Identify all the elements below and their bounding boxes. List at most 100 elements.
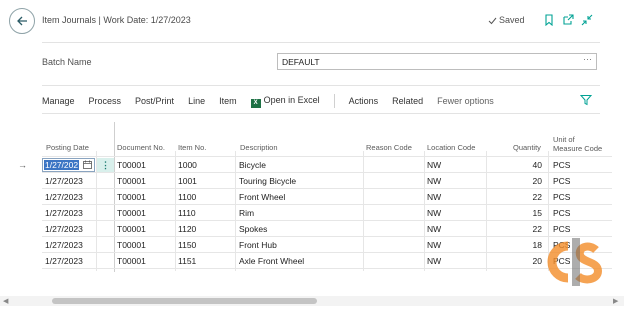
collapse-button[interactable]	[581, 14, 593, 26]
action-fewer-options[interactable]: Fewer options	[437, 96, 494, 106]
cell-unit-of-measure[interactable]: PCS	[553, 208, 570, 218]
cell-posting-date[interactable]: 1/27/2023	[45, 176, 83, 186]
cell-item-no[interactable]: 1151	[178, 256, 196, 266]
page-title: Item Journals | Work Date: 1/27/2023	[42, 15, 191, 25]
action-item[interactable]: Item	[219, 96, 237, 106]
open-in-excel-label: Open in Excel	[263, 94, 320, 105]
item-journal-grid: Posting Date Document No. Item No. Descr…	[0, 122, 624, 272]
kebab-icon: ⋮	[101, 159, 110, 170]
arrow-right-icon: →	[18, 160, 27, 170]
cell-posting-date[interactable]: 1/27/2023	[45, 240, 83, 250]
action-separator	[333, 94, 335, 108]
cell-location-code[interactable]: NW	[427, 256, 441, 266]
cell-unit-of-measure[interactable]: PCS	[553, 176, 570, 186]
cell-document-no[interactable]: T00001	[117, 256, 146, 266]
cell-quantity[interactable]: 40	[520, 160, 542, 170]
col-header-item-no[interactable]: Item No.	[178, 143, 206, 152]
cell-posting-date[interactable]: 1/27/2023	[45, 256, 83, 266]
col-header-description[interactable]: Description	[240, 143, 278, 152]
col-header-quantity[interactable]: Quantity	[513, 143, 541, 152]
cell-posting-date[interactable]: 1/27/2023	[45, 192, 83, 202]
action-process[interactable]: Process	[89, 96, 122, 106]
action-manage[interactable]: Manage	[42, 96, 75, 106]
cell-quantity[interactable]: 15	[520, 208, 542, 218]
cell-location-code[interactable]: NW	[427, 160, 441, 170]
cell-document-no[interactable]: T00001	[117, 192, 146, 202]
table-row[interactable]: 1/27/2023 T00001 1100 Front Wheel NW 22 …	[0, 189, 624, 205]
cell-item-no[interactable]: 1150	[178, 240, 196, 250]
col-header-unit-of-measure[interactable]: Unit of Measure Code	[553, 135, 602, 153]
header-divider	[42, 42, 600, 43]
cell-unit-of-measure[interactable]: PCS	[553, 160, 570, 170]
table-row[interactable]: 1/27/2023 T00001 1120 Spokes NW 22 PCS	[0, 221, 624, 237]
col-header-reason-code[interactable]: Reason Code	[366, 143, 412, 152]
row-line	[42, 268, 612, 269]
cell-quantity[interactable]: 20	[520, 176, 542, 186]
bookmark-icon	[545, 14, 553, 26]
action-bar: Manage Process Post/Print Line Item X Ope…	[42, 94, 508, 108]
arrow-left-icon	[17, 16, 27, 26]
table-row[interactable]: 1/27/2023 T00001 1151 Axle Front Wheel N…	[0, 253, 624, 269]
cell-item-no[interactable]: 1110	[178, 208, 196, 218]
col-header-posting-date[interactable]: Posting Date	[46, 143, 89, 152]
cell-location-code[interactable]: NW	[427, 192, 441, 202]
scroll-right-icon[interactable]: ▶	[613, 297, 618, 305]
table-row[interactable]: 1/27/2023 T00001 1001 Touring Bicycle NW…	[0, 173, 624, 189]
cell-description[interactable]: Front Hub	[239, 240, 277, 250]
action-related[interactable]: Related	[392, 96, 423, 106]
cell-location-code[interactable]: NW	[427, 208, 441, 218]
cell-item-no[interactable]: 1001	[178, 176, 197, 186]
calendar-icon[interactable]	[83, 160, 92, 169]
batch-name-field[interactable]: DEFAULT	[277, 53, 597, 70]
col-header-unit-line1: Unit of	[553, 135, 575, 144]
action-line[interactable]: Line	[188, 96, 205, 106]
open-new-window-button[interactable]	[562, 14, 574, 26]
table-row[interactable]: → 1/27/202 ⋮ T00001 1000 Bicycle NW 40 P…	[0, 157, 624, 173]
cell-item-no[interactable]: 1120	[178, 224, 196, 234]
cell-description[interactable]: Axle Front Wheel	[239, 256, 304, 266]
cell-document-no[interactable]: T00001	[117, 160, 146, 170]
col-header-location-code[interactable]: Location Code	[427, 143, 475, 152]
cell-location-code[interactable]: NW	[427, 176, 441, 186]
back-button[interactable]	[9, 8, 35, 34]
action-actions[interactable]: Actions	[349, 96, 379, 106]
filter-icon[interactable]	[580, 94, 592, 106]
cell-item-no[interactable]: 1000	[178, 160, 197, 170]
open-in-new-window-icon	[563, 14, 574, 25]
actionbar-divider	[42, 113, 600, 114]
cell-document-no[interactable]: T00001	[117, 224, 146, 234]
action-open-in-excel[interactable]: X Open in Excel	[250, 94, 320, 108]
scroll-left-icon[interactable]: ◀	[3, 297, 8, 305]
bookmark-button[interactable]	[543, 14, 555, 26]
cell-unit-of-measure[interactable]: PCS	[553, 192, 570, 202]
cell-description[interactable]: Front Wheel	[239, 192, 285, 202]
table-row[interactable]: 1/27/2023 T00001 1110 Rim NW 15 PCS	[0, 205, 624, 221]
cell-description[interactable]: Rim	[239, 208, 254, 218]
batch-name-label: Batch Name	[42, 57, 92, 67]
cell-description[interactable]: Bicycle	[239, 160, 266, 170]
posting-date-selected-text: 1/27/202	[44, 160, 80, 170]
table-row[interactable]: 1/27/2023 T00001 1150 Front Hub NW 18 PC…	[0, 237, 624, 253]
cell-document-no[interactable]: T00001	[117, 176, 146, 186]
cell-description[interactable]: Spokes	[239, 224, 267, 234]
cell-item-no[interactable]: 1100	[178, 192, 196, 202]
cell-posting-date[interactable]: 1/27/2023	[45, 208, 83, 218]
watermark-logo	[547, 238, 603, 286]
scrollbar-thumb[interactable]	[52, 298, 317, 304]
saved-label: Saved	[499, 15, 525, 25]
cell-document-no[interactable]: T00001	[117, 240, 146, 250]
col-header-document-no[interactable]: Document No.	[117, 143, 165, 152]
col-header-unit-line2: Measure Code	[553, 144, 603, 153]
cell-description[interactable]: Touring Bicycle	[239, 176, 296, 186]
checkmark-icon	[488, 17, 497, 24]
section-divider	[42, 85, 600, 86]
cell-location-code[interactable]: NW	[427, 224, 441, 234]
batch-lookup-button[interactable]: ···	[583, 54, 592, 64]
action-post-print[interactable]: Post/Print	[135, 96, 174, 106]
collapse-icon	[581, 14, 593, 26]
row-menu-button[interactable]: ⋮	[97, 158, 114, 172]
cell-quantity[interactable]: 22	[520, 192, 542, 202]
cell-location-code[interactable]: NW	[427, 240, 441, 250]
cell-document-no[interactable]: T00001	[117, 208, 146, 218]
cell-posting-date[interactable]: 1/27/2023	[45, 224, 83, 234]
